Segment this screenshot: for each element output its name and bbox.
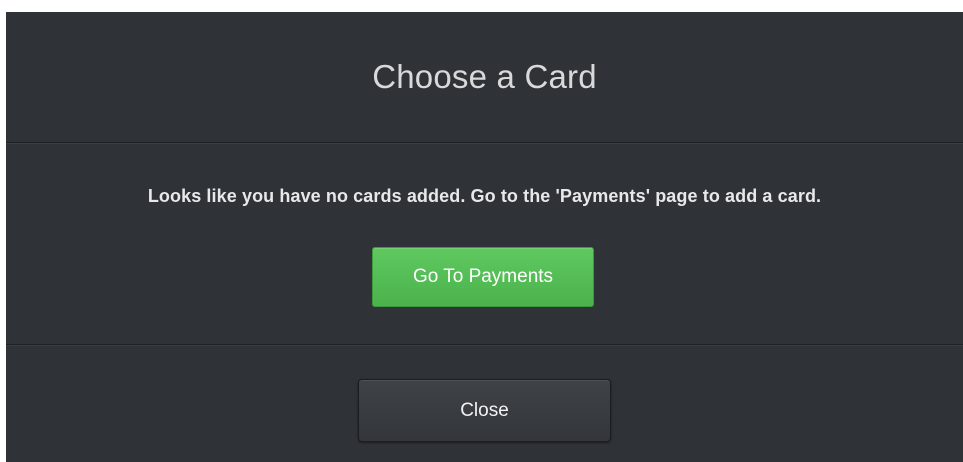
dialog-footer: Close [6, 345, 963, 462]
close-button[interactable]: Close [358, 379, 611, 442]
choose-card-dialog: Choose a Card Looks like you have no car… [6, 12, 963, 462]
dialog-body: Looks like you have no cards added. Go t… [6, 143, 963, 345]
dialog-title: Choose a Card [372, 58, 597, 95]
no-cards-message: Looks like you have no cards added. Go t… [147, 186, 822, 206]
go-to-payments-button[interactable]: Go To Payments [372, 247, 594, 307]
dialog-header: Choose a Card [6, 12, 963, 143]
